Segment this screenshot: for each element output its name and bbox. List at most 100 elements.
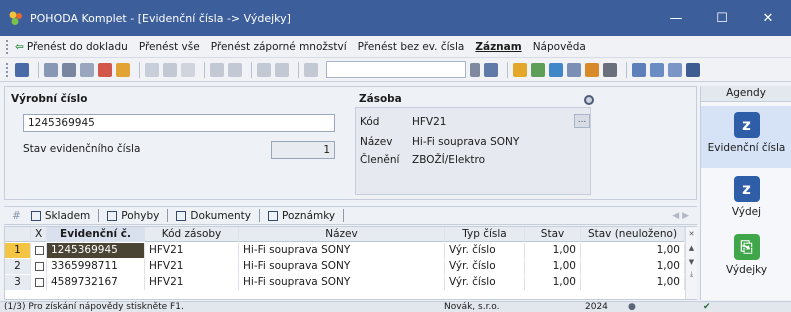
zasoba-picker-button[interactable]: ... — [574, 114, 590, 128]
row-number: 1 — [5, 243, 31, 258]
cell-kod[interactable]: HFV21 — [145, 275, 239, 290]
row-checkbox[interactable] — [31, 275, 47, 290]
column-header-neulozeno[interactable]: Stav (neuloženo) — [581, 226, 685, 242]
cell-neulozeno[interactable]: 1,00 — [581, 259, 685, 274]
menu-prenest-vse[interactable]: Přenést vše — [139, 41, 200, 53]
edit-icon[interactable] — [163, 62, 177, 77]
tab-scroll-arrows[interactable]: ◀ ▶ — [672, 211, 689, 221]
menu-zaznam[interactable]: Záznam — [475, 41, 521, 53]
column-header-stav[interactable]: Stav — [525, 226, 581, 242]
cell-stav[interactable]: 1,00 — [525, 259, 581, 274]
close-column-icon[interactable]: ✕ — [686, 230, 697, 238]
save-icon[interactable] — [257, 62, 271, 77]
cell-kod[interactable]: HFV21 — [145, 243, 239, 258]
column-header-rownum — [5, 226, 31, 242]
document-green-icon: ⎘ — [733, 234, 760, 260]
tab-separator — [259, 209, 261, 222]
kod-value: HFV21 — [412, 116, 447, 128]
cell-typ[interactable]: Výr. číslo — [445, 243, 525, 258]
print-icon[interactable] — [62, 62, 76, 77]
barcode-icon[interactable] — [603, 62, 617, 77]
menu-grip[interactable] — [6, 39, 9, 54]
table-row[interactable]: 1 1245369945 HFV21 Hi-Fi souprava SONY V… — [5, 243, 685, 258]
delete-icon[interactable] — [181, 62, 195, 77]
copy-icon[interactable] — [44, 62, 58, 77]
paste-icon[interactable] — [304, 62, 318, 77]
column-header-kod[interactable]: Kód zásoby — [145, 226, 239, 242]
filter-combo[interactable] — [326, 61, 466, 78]
column-header-nazev[interactable]: Název — [239, 226, 445, 242]
agenda-icon[interactable] — [15, 62, 29, 77]
row-checkbox[interactable] — [31, 259, 47, 274]
people-icon[interactable] — [585, 62, 599, 77]
menu-napoveda[interactable]: Nápověda — [533, 41, 586, 53]
layout-icon[interactable] — [650, 62, 664, 77]
pdf-icon[interactable] — [98, 62, 112, 77]
minimize-button[interactable]: — — [653, 0, 699, 36]
cell-evidencni[interactable]: 3365998711 — [47, 259, 145, 274]
tab-dokumenty[interactable]: Dokumenty — [176, 210, 251, 222]
table-row[interactable]: 2 3365998711 HFV21 Hi-Fi souprava SONY V… — [5, 259, 685, 274]
close-button[interactable]: ✕ — [745, 0, 791, 36]
tab-skladem[interactable]: Skladem — [30, 209, 91, 222]
vyrobni-cislo-input[interactable]: 1245369945 — [23, 114, 335, 132]
column-header-evidencni[interactable]: Evidenční č. — [47, 226, 145, 242]
maximize-button[interactable]: ☐ — [699, 0, 745, 36]
cancel-icon[interactable] — [275, 62, 289, 77]
cell-neulozeno[interactable]: 1,00 — [581, 275, 685, 290]
preview-icon[interactable] — [80, 62, 94, 77]
status-hint: (1/3) Pro získání nápovědy stiskněte F1. — [4, 302, 184, 312]
back-icon[interactable] — [210, 62, 224, 77]
cell-typ[interactable]: Výr. číslo — [445, 259, 525, 274]
column-header-x[interactable]: X — [31, 226, 47, 242]
help-icon[interactable] — [686, 62, 700, 77]
list-icon[interactable] — [567, 62, 581, 77]
stav-input[interactable]: 1 — [271, 141, 335, 159]
cell-neulozeno[interactable]: 1,00 — [581, 243, 685, 258]
cleneni-value: ZBOŽÍ/Elektro — [412, 154, 486, 166]
cell-nazev[interactable]: Hi-Fi souprava SONY — [239, 243, 445, 258]
window-icon[interactable] — [632, 62, 646, 77]
toolbar-grip[interactable] — [6, 62, 9, 77]
table-row[interactable]: 3 4589732167 HFV21 Hi-Fi souprava SONY V… — [5, 275, 685, 290]
status-bar: (1/3) Pro získání nápovědy stiskněte F1.… — [0, 301, 791, 312]
calc-icon[interactable] — [531, 62, 545, 77]
cell-nazev[interactable]: Hi-Fi souprava SONY — [239, 275, 445, 290]
menu-bar: ⇦ Přenést do dokladu Přenést vše Přenést… — [0, 36, 791, 58]
agenda-vydejky[interactable]: ⎘ Výdejky — [701, 232, 791, 288]
table-scrollbar[interactable]: ✕ ▲ ▼ ⤓ — [685, 227, 697, 299]
new-record-icon[interactable] — [145, 62, 159, 77]
pin-icon[interactable] — [584, 95, 594, 105]
filter-icon[interactable] — [484, 62, 498, 77]
tab-poznamky[interactable]: Poznámky — [268, 210, 335, 222]
forward-icon[interactable] — [228, 62, 242, 77]
agenda-evidencni-cisla[interactable]: z Evidenční čísla — [701, 106, 791, 168]
cell-evidencni[interactable]: 4589732167 — [47, 275, 145, 290]
tab-label: Skladem — [44, 209, 91, 222]
cell-typ[interactable]: Výr. číslo — [445, 275, 525, 290]
cell-nazev[interactable]: Hi-Fi souprava SONY — [239, 259, 445, 274]
export-icon[interactable] — [116, 62, 130, 77]
cell-stav[interactable]: 1,00 — [525, 275, 581, 290]
dropdown-arrow-icon[interactable] — [470, 62, 480, 77]
tab-pohyby[interactable]: Pohyby — [107, 210, 159, 222]
menu-prenest-zaporne[interactable]: Přenést záporné množství — [211, 41, 347, 53]
title-bar: POHODA Komplet - [Evidenční čísla -> Výd… — [0, 0, 791, 36]
pohoda-z-icon: z — [733, 112, 760, 138]
cell-stav[interactable]: 1,00 — [525, 243, 581, 258]
row-checkbox[interactable] — [31, 243, 47, 258]
split-icon[interactable] — [668, 62, 682, 77]
scroll-up-icon[interactable]: ▲ — [686, 244, 697, 252]
toolbar-separator — [139, 61, 140, 78]
table-icon[interactable] — [549, 62, 563, 77]
folder-icon[interactable] — [513, 62, 527, 77]
cell-kod[interactable]: HFV21 — [145, 259, 239, 274]
menu-prenest-do-dokladu[interactable]: Přenést do dokladu — [27, 41, 128, 53]
scroll-down-icon[interactable]: ▼ — [686, 258, 697, 266]
scroll-end-icon[interactable]: ⤓ — [686, 270, 697, 279]
tab-separator — [98, 209, 100, 222]
column-header-typ[interactable]: Typ čísla — [445, 226, 525, 242]
agenda-vydej[interactable]: z Výdej — [701, 174, 791, 226]
cell-evidencni[interactable]: 1245369945 — [47, 243, 145, 258]
menu-prenest-bez-ev-cisla[interactable]: Přenést bez ev. čísla — [358, 41, 465, 53]
